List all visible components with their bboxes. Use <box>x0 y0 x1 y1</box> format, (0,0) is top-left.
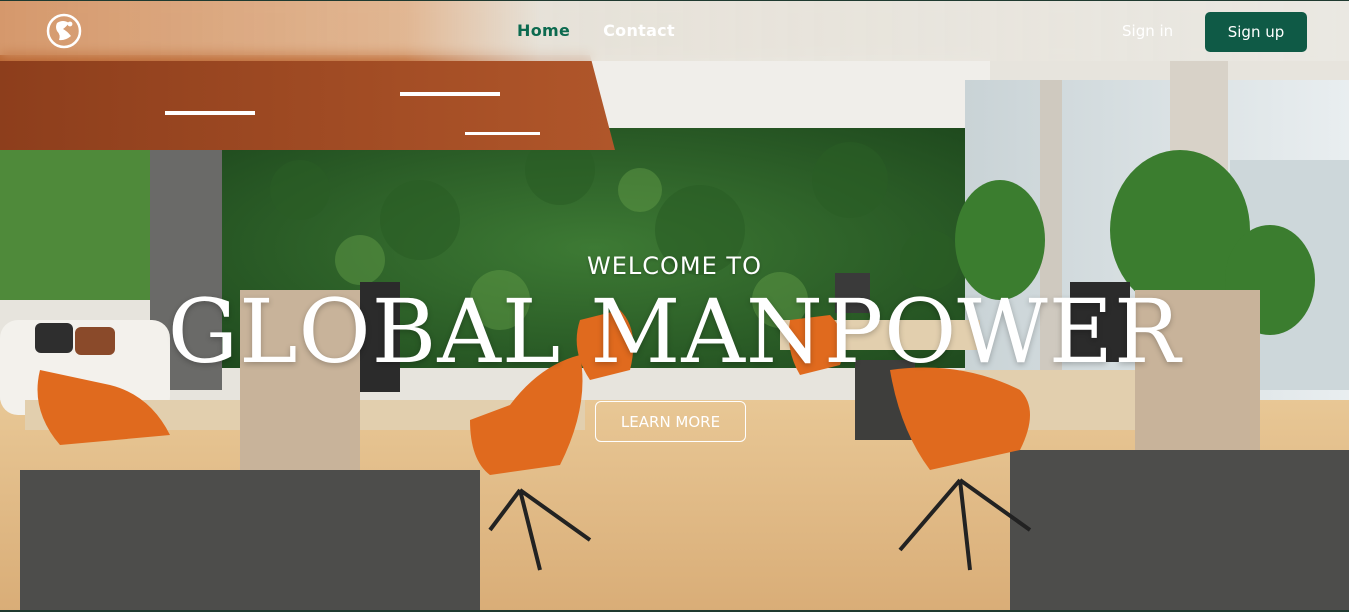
sign-in-link[interactable]: Sign in <box>1122 22 1173 40</box>
landing-page: Home Contact Sign in Sign up WELCOME TO … <box>0 0 1349 612</box>
hero-headline: GLOBAL MANPOWER <box>167 280 1182 383</box>
nav-links: Home Contact <box>517 21 675 40</box>
hero-welcome-text: WELCOME TO <box>587 252 762 280</box>
nav-link-home[interactable]: Home <box>517 21 570 40</box>
sign-up-button[interactable]: Sign up <box>1205 12 1307 52</box>
globe-runner-logo-icon[interactable] <box>46 13 82 49</box>
top-navbar: Home Contact Sign in Sign up <box>0 0 1349 61</box>
learn-more-button[interactable]: LEARN MORE <box>595 401 746 442</box>
nav-link-contact[interactable]: Contact <box>603 21 675 40</box>
